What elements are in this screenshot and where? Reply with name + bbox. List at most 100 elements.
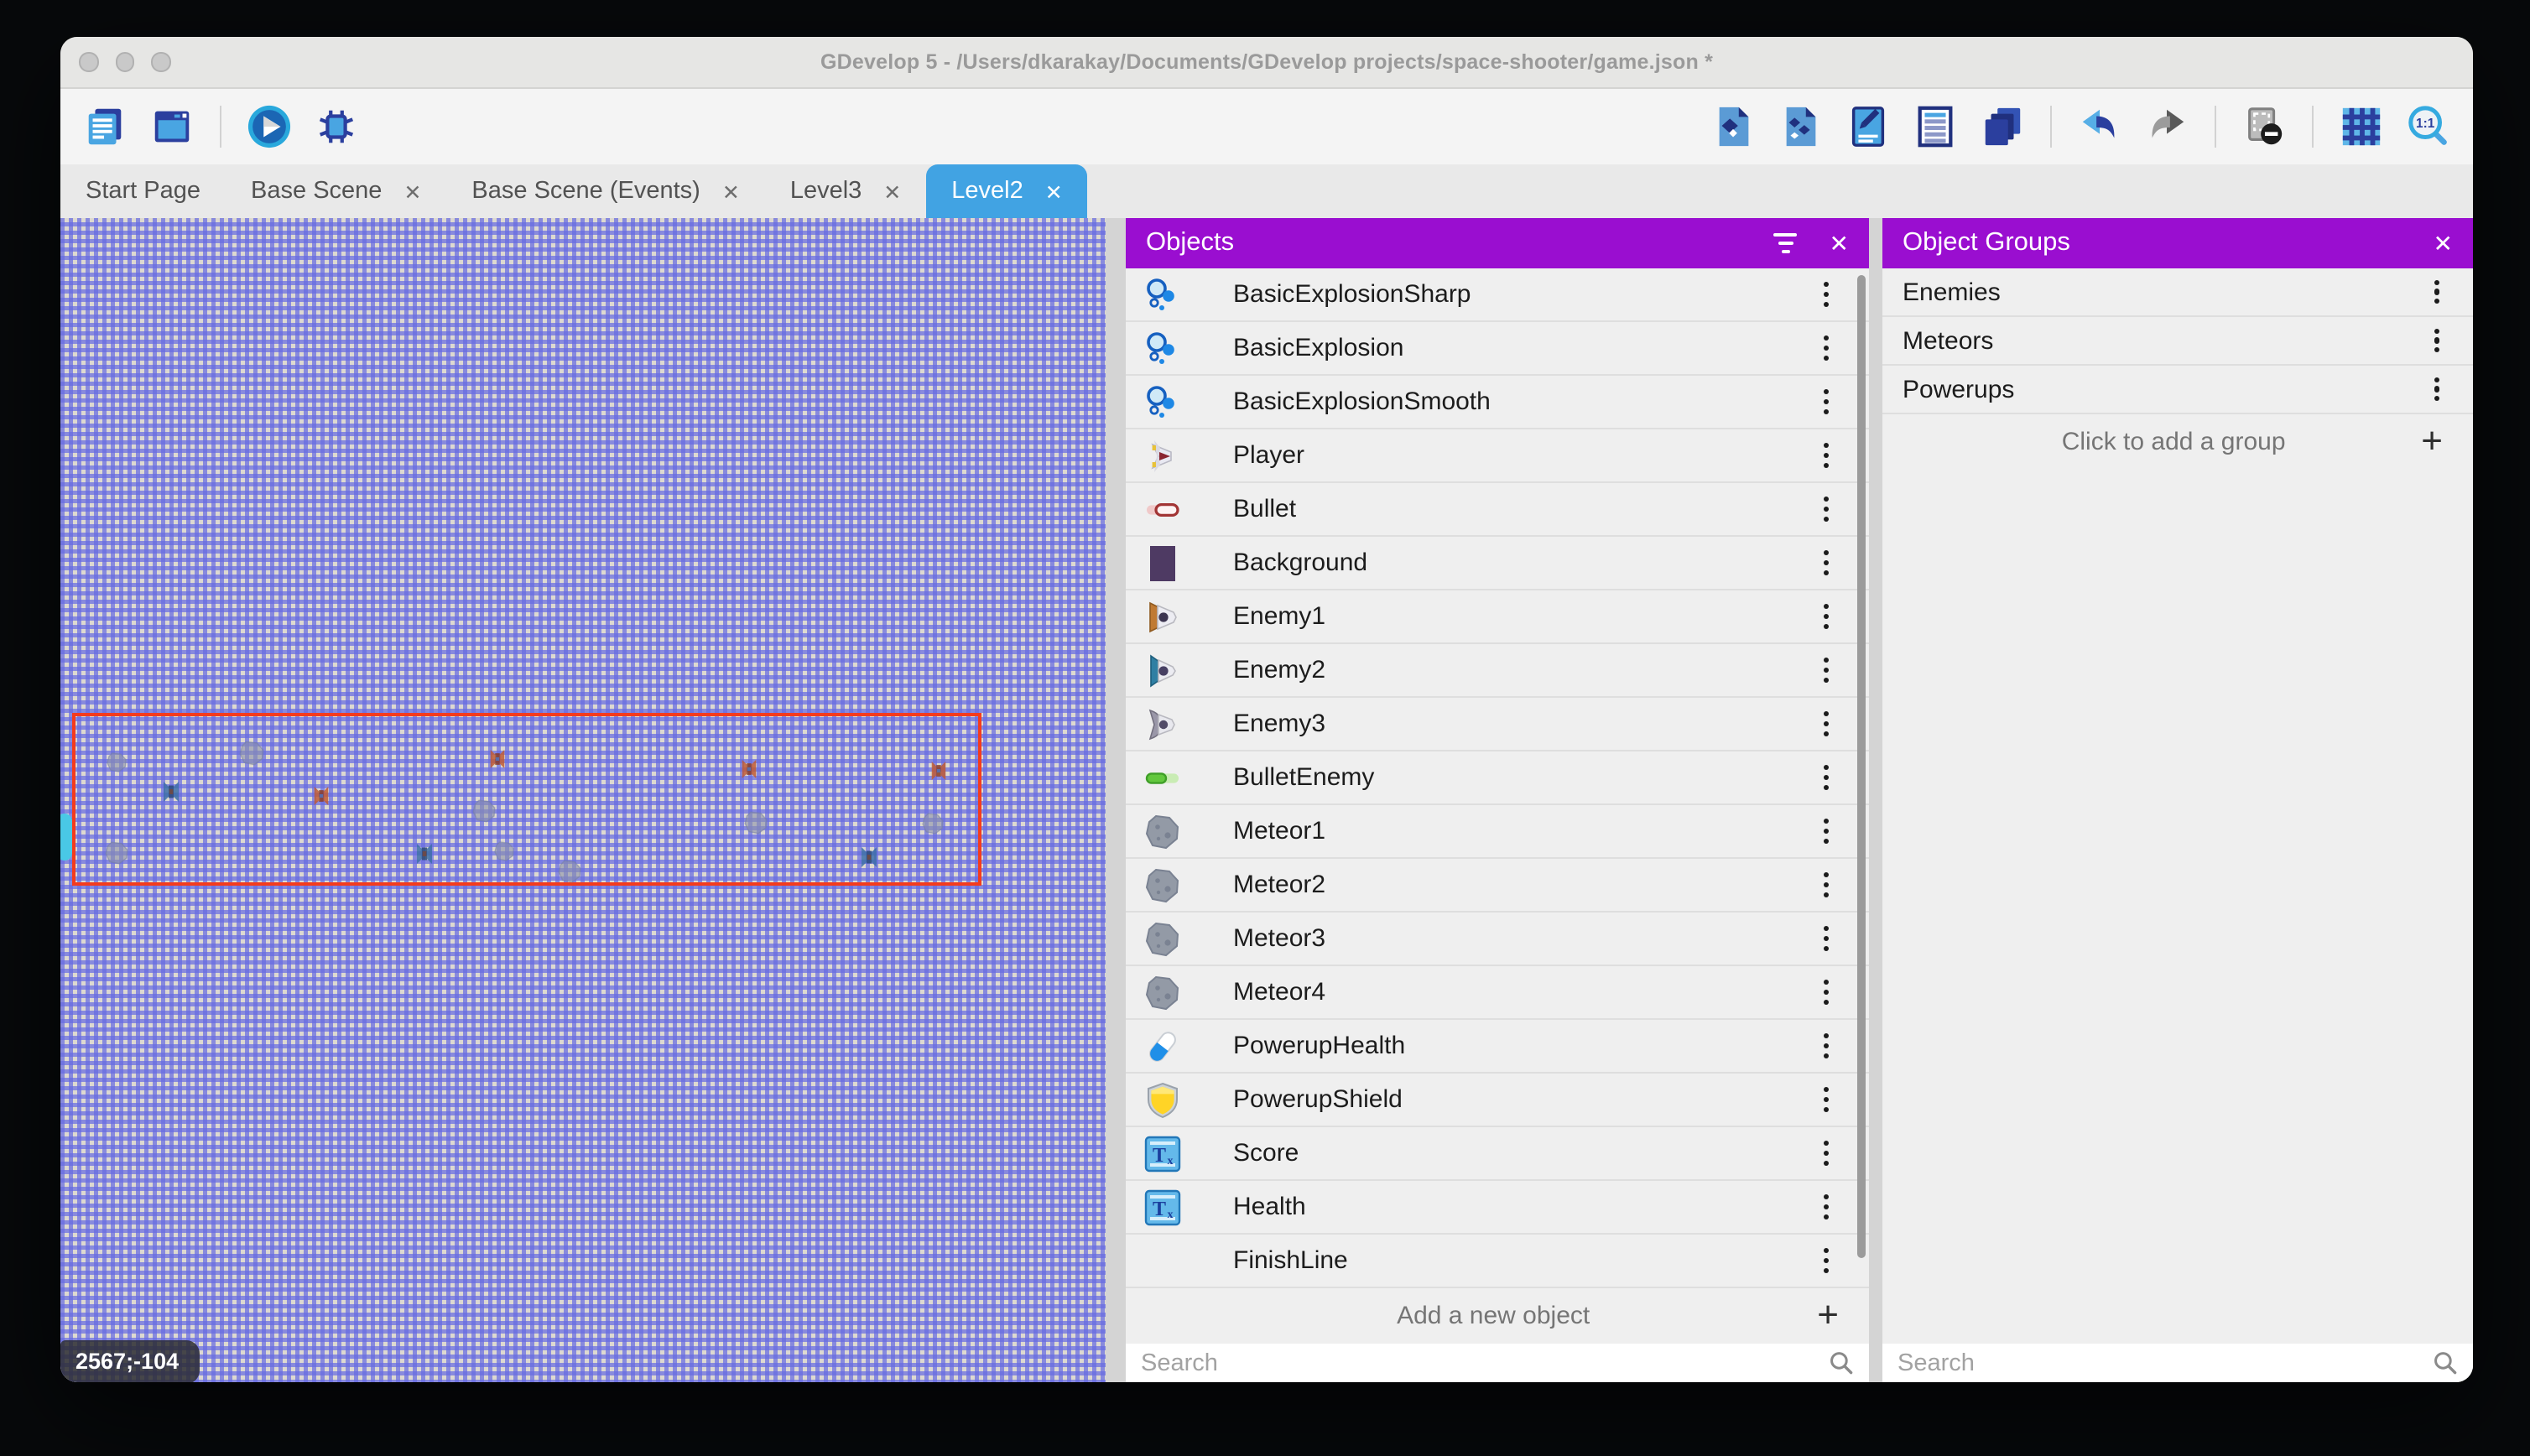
objects-list-icon[interactable] xyxy=(1711,104,1757,149)
object-row-player[interactable]: Player xyxy=(1126,429,1869,483)
tab-base-scene-events[interactable]: Base Scene (Events)✕ xyxy=(446,164,764,218)
object-label: Enemy3 xyxy=(1233,710,1824,738)
maximize-window-button[interactable] xyxy=(151,53,170,72)
svg-text:T: T xyxy=(1153,1144,1166,1166)
tab-level2[interactable]: Level2✕ xyxy=(926,164,1087,218)
object-menu-icon[interactable] xyxy=(1824,1141,1829,1166)
object-groups-icon[interactable] xyxy=(1778,104,1824,149)
meteor-instance[interactable] xyxy=(493,840,515,862)
object-menu-icon[interactable] xyxy=(1824,765,1829,790)
enemy-orange-instance[interactable] xyxy=(488,748,507,770)
object-menu-icon[interactable] xyxy=(1824,1033,1829,1058)
groups-search-input[interactable] xyxy=(1898,1350,2433,1377)
tab-base-scene[interactable]: Base Scene✕ xyxy=(226,164,446,218)
tab-level3[interactable]: Level3✕ xyxy=(765,164,926,218)
add-group-button[interactable]: Click to add a group + xyxy=(1882,414,2473,468)
object-menu-icon[interactable] xyxy=(1824,550,1829,575)
object-menu-icon[interactable] xyxy=(1824,980,1829,1005)
group-menu-icon[interactable] xyxy=(2434,328,2439,353)
object-row-enemy2[interactable]: Enemy2 xyxy=(1126,644,1869,698)
meteor-instance[interactable] xyxy=(106,751,128,773)
meteor-instance[interactable] xyxy=(471,798,497,824)
object-menu-icon[interactable] xyxy=(1824,282,1829,307)
close-tab-icon[interactable]: ✕ xyxy=(722,179,740,204)
object-row-powerupshield[interactable]: PowerupShield xyxy=(1126,1074,1869,1127)
group-menu-icon[interactable] xyxy=(2434,279,2439,304)
play-icon[interactable] xyxy=(247,104,292,149)
object-menu-icon[interactable] xyxy=(1824,1194,1829,1219)
properties-icon[interactable] xyxy=(1845,104,1891,149)
object-row-meteor3[interactable]: Meteor3 xyxy=(1126,913,1869,966)
meteor-instance[interactable] xyxy=(557,859,582,884)
object-row-health[interactable]: TxHealth xyxy=(1126,1181,1869,1235)
object-row-enemy1[interactable]: Enemy1 xyxy=(1126,590,1869,644)
object-menu-icon[interactable] xyxy=(1824,604,1829,629)
object-menu-icon[interactable] xyxy=(1824,819,1829,844)
filter-icon[interactable] xyxy=(1774,233,1798,252)
object-row-meteor4[interactable]: Meteor4 xyxy=(1126,966,1869,1020)
object-menu-icon[interactable] xyxy=(1824,926,1829,951)
project-manager-icon[interactable] xyxy=(82,104,128,149)
object-row-finishline[interactable]: FinishLine xyxy=(1126,1235,1869,1288)
object-menu-icon[interactable] xyxy=(1824,1248,1829,1273)
group-row-meteors[interactable]: Meteors xyxy=(1882,317,2473,366)
close-tab-icon[interactable]: ✕ xyxy=(403,179,421,204)
instances-list-icon[interactable] xyxy=(1913,104,1958,149)
enemy-blue-instance[interactable] xyxy=(414,842,435,866)
object-menu-icon[interactable] xyxy=(1824,872,1829,897)
selection-rectangle[interactable] xyxy=(72,713,981,886)
object-row-background[interactable]: Background xyxy=(1126,537,1869,590)
redo-icon[interactable] xyxy=(2144,104,2189,149)
object-row-enemy3[interactable]: Enemy3 xyxy=(1126,698,1869,751)
enemy-orange-instance[interactable] xyxy=(740,758,758,780)
enemy-orange-instance[interactable] xyxy=(312,785,331,807)
scene-canvas[interactable]: 2567;-104 xyxy=(60,218,1106,1382)
layers-icon[interactable] xyxy=(1980,104,2025,149)
object-label: FinishLine xyxy=(1233,1246,1824,1275)
object-row-meteor2[interactable]: Meteor2 xyxy=(1126,859,1869,913)
grid-icon[interactable] xyxy=(2339,104,2384,149)
object-groups-close-icon[interactable]: ✕ xyxy=(2434,229,2453,257)
meteor-instance[interactable] xyxy=(921,812,945,835)
object-row-bullet[interactable]: Bullet xyxy=(1126,483,1869,537)
zoom-1-1-icon[interactable]: 1:1 xyxy=(2406,104,2451,149)
gdevelop-window: GDevelop 5 - /Users/dkarakay/Documents/G… xyxy=(60,37,2473,1382)
objects-search-input[interactable] xyxy=(1141,1350,1829,1377)
group-menu-icon[interactable] xyxy=(2434,377,2439,402)
object-row-basicexplosionsmooth[interactable]: BasicExplosionSmooth xyxy=(1126,376,1869,429)
group-row-powerups[interactable]: Powerups xyxy=(1882,366,2473,414)
debug-icon[interactable] xyxy=(314,104,359,149)
scene-window-icon[interactable] xyxy=(149,104,195,149)
close-tab-icon[interactable]: ✕ xyxy=(1045,179,1063,204)
objects-panel-close-icon[interactable]: ✕ xyxy=(1830,229,1849,257)
object-row-score[interactable]: TxScore xyxy=(1126,1127,1869,1181)
minimize-window-button[interactable] xyxy=(115,53,134,72)
undo-icon[interactable] xyxy=(2077,104,2122,149)
enemy-blue-instance[interactable] xyxy=(859,845,879,869)
object-row-basicexplosionsharp[interactable]: BasicExplosionSharp xyxy=(1126,268,1869,322)
window-mask-icon[interactable] xyxy=(2241,104,2287,149)
object-row-meteor1[interactable]: Meteor1 xyxy=(1126,805,1869,859)
tab-start-page[interactable]: Start Page xyxy=(60,164,226,218)
object-menu-icon[interactable] xyxy=(1824,711,1829,736)
finish-line-marker[interactable] xyxy=(60,814,72,861)
enemy-blue-instance[interactable] xyxy=(161,780,181,803)
object-menu-icon[interactable] xyxy=(1824,443,1829,468)
object-row-basicexplosion[interactable]: BasicExplosion xyxy=(1126,322,1869,376)
object-row-poweruphealth[interactable]: PowerupHealth xyxy=(1126,1020,1869,1074)
meteor-instance[interactable] xyxy=(238,740,265,767)
meteor-instance[interactable] xyxy=(743,810,768,835)
object-menu-icon[interactable] xyxy=(1824,335,1829,361)
meteor-instance[interactable] xyxy=(104,840,129,866)
object-menu-icon[interactable] xyxy=(1824,497,1829,522)
object-menu-icon[interactable] xyxy=(1824,389,1829,414)
objects-scrollbar[interactable] xyxy=(1857,275,1866,1258)
add-new-object-button[interactable]: Add a new object + xyxy=(1126,1288,1869,1342)
object-menu-icon[interactable] xyxy=(1824,658,1829,683)
object-row-bulletenemy[interactable]: BulletEnemy xyxy=(1126,751,1869,805)
group-row-enemies[interactable]: Enemies xyxy=(1882,268,2473,317)
object-menu-icon[interactable] xyxy=(1824,1087,1829,1112)
close-tab-icon[interactable]: ✕ xyxy=(883,179,901,204)
enemy-orange-instance[interactable] xyxy=(929,760,948,782)
close-window-button[interactable] xyxy=(79,53,98,72)
